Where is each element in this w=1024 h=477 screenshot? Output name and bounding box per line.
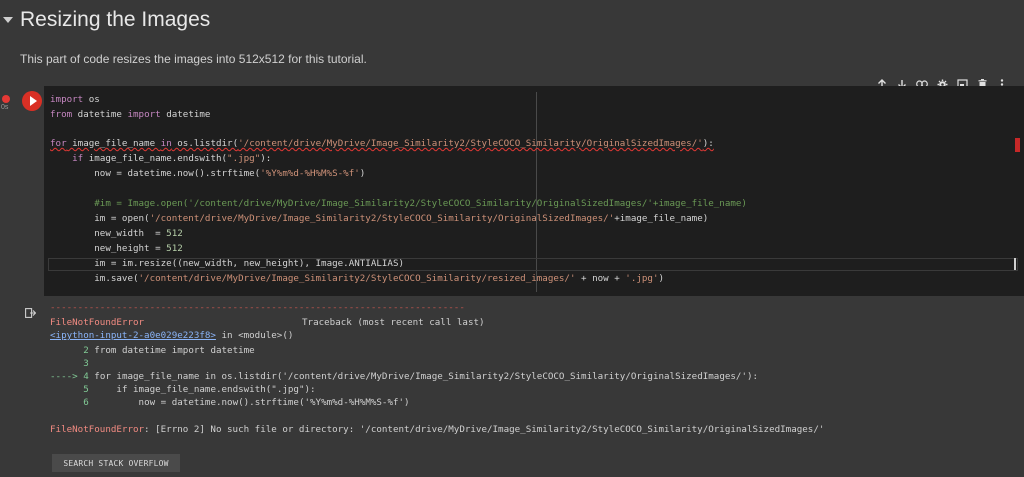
code-line: for image_file_name in os.listdir('/cont…: [50, 138, 714, 149]
execution-time: 0s: [1, 104, 9, 111]
code-line: new_height = 512: [50, 243, 183, 254]
cell-output: ----------------------------------------…: [44, 296, 1024, 477]
cursor-marker: [1014, 258, 1016, 270]
code-line: im = open('/content/drive/MyDrive/Image_…: [50, 213, 709, 224]
section-description: This part of code resizes the images int…: [20, 52, 367, 66]
code-editor[interactable]: import os from datetime import datetime …: [44, 86, 1024, 296]
trace-line: 5 if image_file_name.endswith(".jpg"):: [83, 384, 316, 395]
trace-line: 2 from datetime import datetime: [83, 345, 255, 356]
code-line: if image_file_name.endswith(".jpg"):: [72, 153, 272, 164]
in-module-text: in <module>(): [215, 330, 294, 341]
traceback-header: FileNotFoundError Traceback (most recent …: [50, 317, 485, 329]
section-title: Resizing the Images: [20, 8, 211, 31]
trace-line: 3: [83, 358, 89, 369]
run-cell-button[interactable]: [22, 91, 42, 111]
collapse-caret-icon[interactable]: [3, 17, 13, 23]
code-line: new_width = 512: [50, 228, 183, 239]
traceback-label: Traceback (most recent call last): [302, 317, 485, 328]
error-name: FileNotFoundError: [50, 317, 145, 328]
code-line: im = im.resize((new_width, new_height), …: [50, 258, 405, 269]
traceback-separator: ----------------------------------------…: [50, 302, 465, 313]
final-error-text: : [Errno 2] No such file or directory: '…: [144, 424, 825, 435]
output-options-icon[interactable]: [25, 305, 37, 318]
ipython-location: <ipython-input-2-a0e029e223f8> in <modul…: [50, 330, 293, 342]
code-line: now = datetime.now().strftime('%Y%m%d-%H…: [50, 168, 366, 179]
error-marker: [1015, 138, 1020, 152]
code-line: import os: [50, 94, 100, 105]
trace-line-current: ----> 4 for image_file_name in os.listdi…: [50, 371, 759, 382]
code-line: from datetime import datetime: [50, 109, 211, 120]
search-stack-overflow-button[interactable]: SEARCH STACK OVERFLOW: [52, 454, 180, 472]
error-status-icon: [2, 95, 10, 103]
markdown-cell: Resizing the Images This part of code re…: [0, 0, 1024, 78]
trace-line: 6 now = datetime.now().strftime('%Y%m%d-…: [83, 397, 410, 408]
final-error-name: FileNotFoundError: [50, 424, 145, 435]
code-line: #im = Image.open('/content/drive/MyDrive…: [94, 198, 747, 209]
code-line: im.save('/content/drive/MyDrive/Image_Si…: [50, 273, 665, 284]
ipython-input-link[interactable]: <ipython-input-2-a0e029e223f8>: [50, 330, 216, 341]
error-message: FileNotFoundError: [Errno 2] No such fil…: [50, 424, 824, 436]
